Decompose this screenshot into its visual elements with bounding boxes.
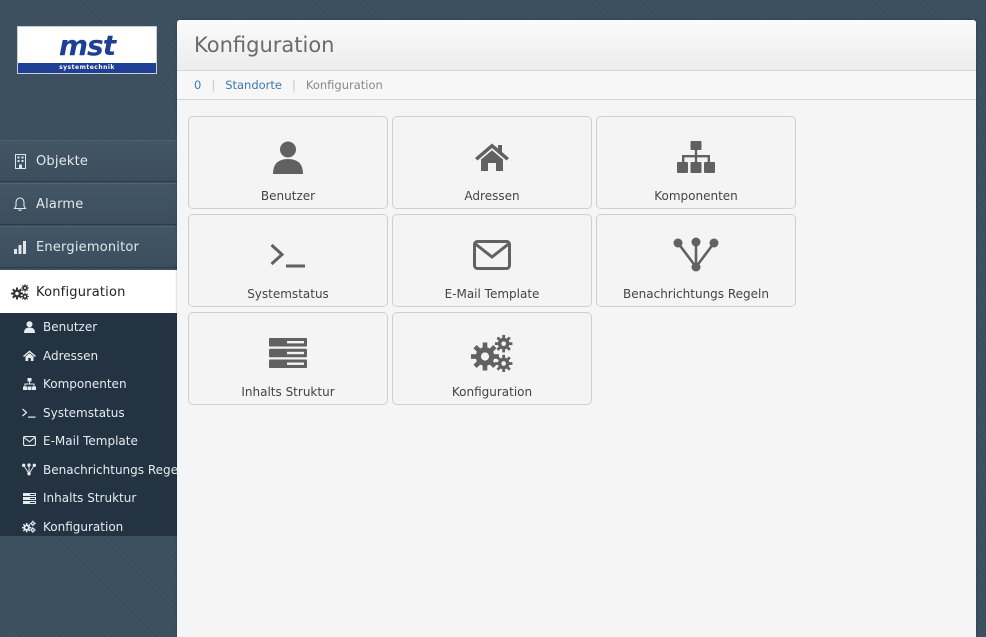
tile-benutzer[interactable]: Benutzer [188,116,388,209]
submenu-konfiguration: Benutzer Adressen Komponenten Systemstat… [0,313,189,536]
building-icon [11,152,29,170]
share-nodes-icon [673,235,719,275]
nav-item-objekte[interactable]: Objekte [0,140,177,182]
sidebar: mst systemtechnik Objekte Alarme Energie… [0,0,189,637]
breadcrumb-separator: | [292,78,296,92]
tile-konfiguration[interactable]: Konfiguration [392,312,592,405]
submenu-item-inhalts-struktur[interactable]: Inhalts Struktur [0,484,177,513]
tile-benachrichtungs-regeln[interactable]: Benachrichtungs Regeln [596,214,796,307]
bell-icon [11,195,29,213]
logo-text: mst [58,29,116,62]
tile-inhalts-struktur[interactable]: Inhalts Struktur [188,312,388,405]
sitemap-icon [22,377,36,391]
tile-email-template[interactable]: E-Mail Template [392,214,592,307]
home-icon [475,137,509,177]
nav-item-label: Alarme [36,196,84,212]
terminal-icon [270,235,306,275]
nav-item-alarme[interactable]: Alarme [0,183,177,225]
submenu-item-konfiguration[interactable]: Konfiguration [0,513,177,542]
user-icon [22,320,36,334]
breadcrumb-home-link[interactable]: 0 [194,78,201,92]
envelope-icon [22,434,36,448]
gears-icon [22,520,36,534]
envelope-icon [473,235,511,275]
logo-subtitle: systemtechnik [59,64,115,71]
breadcrumb-current: Konfiguration [305,78,383,92]
breadcrumb-standorte-link[interactable]: Standorte [225,78,282,92]
server-icon [269,333,307,373]
submenu-item-benutzer[interactable]: Benutzer [0,313,177,342]
main-panel: Konfiguration 0 | Standorte | Konfigurat… [177,20,976,637]
terminal-icon [22,406,36,420]
nav-item-energiemonitor[interactable]: Energiemonitor [0,226,177,268]
nav-item-label: Energiemonitor [36,239,140,255]
share-nodes-icon [22,463,36,477]
bar-chart-icon [11,238,29,256]
gears-icon [471,333,513,373]
brand-logo[interactable]: mst systemtechnik [17,26,157,74]
user-icon [273,137,303,177]
tile-adressen[interactable]: Adressen [392,116,592,209]
submenu-item-benachrichtungs-regeln[interactable]: Benachrichtungs Regeln [0,456,189,485]
nav-item-label: Objekte [36,153,89,169]
tile-systemstatus[interactable]: Systemstatus [188,214,388,307]
tile-komponenten[interactable]: Komponenten [596,116,796,209]
submenu-item-email-template[interactable]: E-Mail Template [0,427,177,456]
server-icon [22,491,36,505]
breadcrumb: 0 | Standorte | Konfiguration [177,71,976,100]
submenu-item-komponenten[interactable]: Komponenten [0,370,177,399]
sitemap-icon [677,137,715,177]
page-title: Konfiguration [194,33,335,57]
breadcrumb-separator: | [211,78,216,92]
page-header: Konfiguration [177,20,976,71]
nav-item-label: Konfiguration [36,284,126,300]
submenu-item-adressen[interactable]: Adressen [0,342,177,371]
home-icon [22,349,36,363]
gears-icon [11,283,29,301]
config-tiles-grid: Benutzer Adressen Komponenten Systemstat… [188,116,796,405]
nav-item-konfiguration[interactable]: Konfiguration [0,270,177,314]
submenu-item-systemstatus[interactable]: Systemstatus [0,399,177,428]
